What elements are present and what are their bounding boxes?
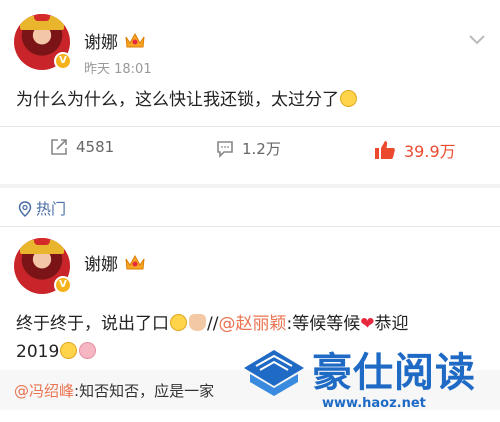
comment-text: @冯绍峰:知否知否，应是一家 (14, 380, 214, 401)
verified-badge-icon: V (54, 276, 72, 294)
post-text-end: 恭迎 (374, 314, 409, 334)
post-text-rest: :等候等候 (286, 314, 361, 334)
repost-count: 4581 (76, 138, 115, 156)
comment-button[interactable]: 1.2万 (216, 138, 281, 159)
hot-section-header[interactable]: 热门 (18, 198, 66, 219)
thumbs-up-icon (375, 141, 395, 159)
crown-icon (125, 32, 145, 48)
crown-icon (125, 254, 145, 270)
post-card: V 谢娜 昨天 18:01 为什么为什么，这么快让我还锁，太过分了 4581 1… (0, 0, 500, 184)
peace-hand-emoji-icon (189, 314, 206, 331)
post-timestamp: 昨天 18:01 (84, 62, 152, 77)
like-button[interactable]: 39.9万 (374, 138, 456, 162)
like-count: 39.9万 (404, 142, 456, 161)
comment-count: 1.2万 (242, 140, 281, 158)
comment-mention-link[interactable]: @冯绍峰 (14, 382, 74, 400)
author-name[interactable]: 谢娜 (84, 28, 118, 53)
repost-icon (51, 139, 67, 155)
laugh-cry-emoji-icon (170, 314, 187, 331)
post-text-content: 为什么为什么，这么快让我还锁，太过分了 (16, 90, 339, 110)
scared-emoji-icon (60, 342, 78, 359)
divider (0, 126, 500, 127)
site-watermark: 豪仕阅读 www.haoz.net (242, 340, 500, 422)
comment-body: :知否知否，应是一家 (74, 382, 215, 400)
hot-section-label: 热门 (36, 200, 67, 218)
watermark-title: 豪仕阅读 (312, 350, 476, 395)
author-name[interactable]: 谢娜 (84, 250, 118, 275)
repost-separator: // (207, 314, 219, 334)
heart-icon: ❤ (360, 314, 375, 334)
verified-badge-icon: V (54, 52, 72, 70)
post-text: 为什么为什么，这么快让我还锁，太过分了 (16, 86, 358, 114)
comment-icon (217, 140, 233, 158)
divider (0, 226, 500, 227)
post-text-year: 2019 (16, 342, 60, 362)
pig-emoji-icon (79, 342, 97, 359)
location-pin-icon (18, 200, 32, 217)
watermark-url: www.haoz.net (322, 396, 426, 411)
repost-button[interactable]: 4581 (50, 138, 114, 156)
smile-emoji-icon (340, 90, 357, 107)
book-logo-icon (244, 350, 304, 396)
mention-link[interactable]: @赵丽颖 (218, 314, 286, 334)
post-text-content: 终于终于，说出了口 (16, 314, 169, 334)
chevron-down-icon[interactable] (468, 34, 486, 46)
